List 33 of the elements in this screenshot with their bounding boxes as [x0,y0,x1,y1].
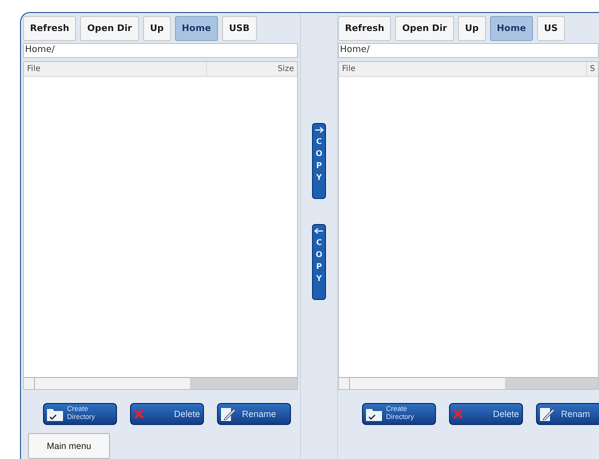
toolbar-button[interactable]: Up [143,16,171,41]
toolbar-button[interactable]: Up [458,16,486,41]
path-field[interactable]: Home/ [23,43,298,58]
toolbar-button[interactable]: USB [222,16,257,41]
folder-icon [366,407,382,421]
toolbar-button[interactable]: Refresh [338,16,392,41]
folder-icon [47,407,63,421]
pencil-note-icon [540,407,555,421]
delete-button[interactable]: Delete [130,403,204,425]
column-header[interactable]: S [586,62,598,76]
x-icon [134,409,144,419]
delete-button[interactable]: Delete [449,403,523,425]
toolbar-button[interactable]: Open Dir [80,16,139,41]
rename-button[interactable]: Rename [217,403,291,425]
column-header[interactable]: Size [207,62,297,76]
column-header[interactable]: File [24,62,207,76]
toolbar-button[interactable]: Refresh [23,16,76,41]
x-icon [453,409,463,419]
main-menu-button[interactable]: Main menu [28,433,110,459]
arrow-icon [314,126,324,134]
column-header[interactable]: File [339,62,587,76]
toolbar-button[interactable]: Open Dir [395,16,454,41]
horizontal-scrollbar[interactable] [24,377,297,389]
path-field[interactable]: Home/ [338,43,599,58]
pencil-note-icon [221,407,236,421]
rename-button[interactable]: Renam [536,403,599,425]
copy-button[interactable]: COPY [312,123,326,199]
horizontal-scrollbar[interactable] [339,377,598,389]
copy-button[interactable]: COPY [312,224,326,300]
toolbar-button[interactable]: Home [174,16,218,41]
toolbar-button[interactable]: US [536,16,565,41]
arrow-icon [314,227,324,235]
toolbar-button[interactable]: Home [490,16,533,41]
